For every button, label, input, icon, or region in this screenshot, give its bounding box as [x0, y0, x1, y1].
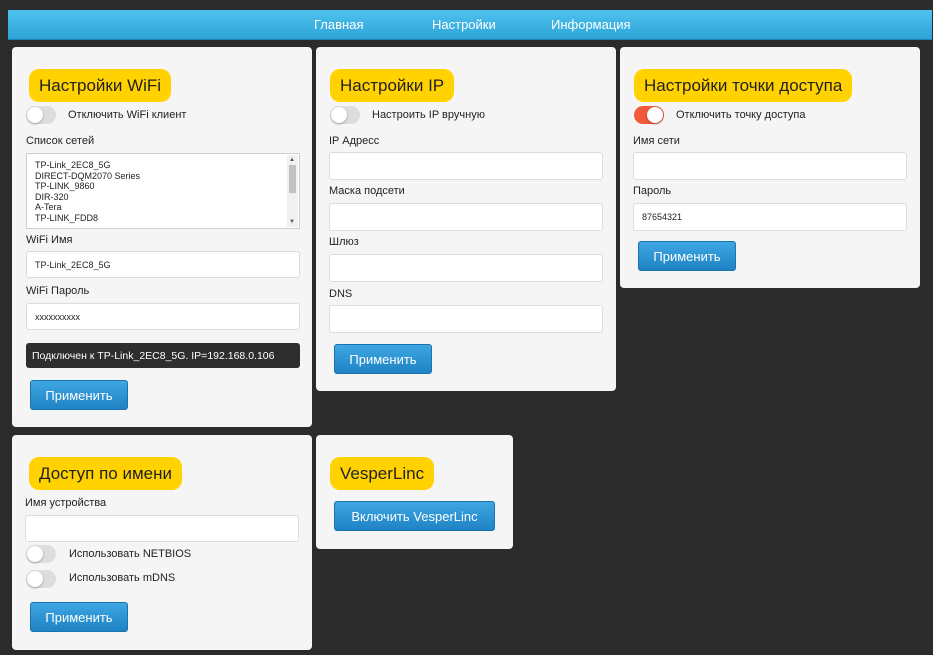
ip-apply-button[interactable]: Применить — [334, 344, 432, 374]
network-list-item[interactable]: DIR-320 — [35, 192, 140, 203]
wifi-apply-button[interactable]: Применить — [30, 380, 128, 410]
device-name-label: Имя устройства — [25, 497, 107, 509]
network-list-item[interactable]: TP-Link_2EC8_5G — [35, 160, 140, 171]
toggle-knob — [27, 571, 43, 587]
network-list-items: TP-Link_2EC8_5G DIRECT-DQM2070 Series TP-L… — [35, 160, 140, 223]
subnet-mask-input[interactable] — [329, 203, 603, 231]
scroll-thumb[interactable] — [289, 165, 296, 193]
subnet-mask-label: Маска подсети — [329, 185, 405, 197]
name-access-title: Доступ по имени — [29, 457, 182, 490]
disable-wifi-client-toggle[interactable] — [26, 106, 56, 124]
ssid-label: Имя сети — [633, 135, 680, 147]
nav-settings[interactable]: Настройки — [432, 17, 496, 32]
disable-ap-label: Отключить точку доступа — [676, 109, 806, 121]
toggle-knob — [27, 546, 43, 562]
toggle-knob — [647, 107, 663, 123]
wifi-name-input[interactable]: TP-Link_2EC8_5G — [26, 251, 300, 278]
manual-ip-label: Настроить IP вручную — [372, 109, 485, 121]
ip-address-label: IP Адресс — [329, 135, 380, 147]
ap-title: Настройки точки доступа — [634, 69, 853, 102]
scroll-down-icon[interactable]: ▼ — [289, 219, 295, 225]
ap-password-input[interactable]: 87654321 — [633, 203, 907, 231]
netbios-toggle[interactable] — [26, 545, 56, 563]
wifi-settings-card: Настройки WiFi Отключить WiFi клиент Спи… — [12, 47, 312, 427]
dns-label: DNS — [329, 288, 353, 300]
nav-info[interactable]: Информация — [551, 17, 631, 32]
toggle-knob — [27, 107, 43, 123]
disable-ap-toggle[interactable] — [634, 106, 664, 124]
dns-input[interactable] — [329, 305, 603, 333]
disable-wifi-client-label: Отключить WiFi клиент — [68, 109, 187, 121]
scroll-up-icon[interactable]: ▲ — [289, 157, 295, 163]
name-access-apply-button[interactable]: Применить — [30, 602, 128, 632]
network-list[interactable]: TP-Link_2EC8_5G DIRECT-DQM2070 Series TP-L… — [26, 153, 300, 229]
mdns-label: Использовать mDNS — [69, 572, 176, 584]
name-access-card: Доступ по имени Имя устройства Использов… — [12, 435, 312, 650]
access-point-card: Настройки точки доступа Отключить точку … — [620, 47, 920, 288]
network-list-item[interactable]: TP-LINK_FDD8 — [35, 213, 140, 224]
ip-title: Настройки IP — [330, 69, 455, 102]
device-name-input[interactable] — [25, 515, 299, 542]
vesperlinc-card: VesperLinc Включить VesperLinc — [316, 435, 513, 549]
network-list-item[interactable]: A-Tera — [35, 202, 140, 213]
enable-vesperlinc-button[interactable]: Включить VesperLinc — [334, 501, 495, 531]
connection-status: Подключен к TP-Link_2EC8_5G. IP=192.168.… — [26, 343, 300, 368]
ap-apply-button[interactable]: Применить — [638, 241, 736, 271]
gateway-input[interactable] — [329, 254, 603, 282]
gateway-label: Шлюз — [329, 236, 359, 248]
netbios-label: Использовать NETBIOS — [69, 548, 192, 560]
ssid-input[interactable] — [633, 152, 907, 180]
ip-settings-card: Настройки IP Настроить IP вручную IP Адр… — [316, 47, 616, 391]
network-list-scrollbar[interactable]: ▲ ▼ — [287, 155, 298, 227]
toggle-knob — [331, 107, 347, 123]
wifi-password-label: WiFi Пароль — [26, 285, 90, 297]
vesperlinc-title: VesperLinc — [330, 457, 435, 490]
nav-home[interactable]: Главная — [314, 17, 363, 32]
network-list-item[interactable]: TP-LINK_9860 — [35, 181, 140, 192]
manual-ip-toggle[interactable] — [330, 106, 360, 124]
ap-password-label: Пароль — [633, 185, 672, 197]
ip-address-input[interactable] — [329, 152, 603, 180]
wifi-password-input[interactable]: xxxxxxxxxx — [26, 303, 300, 330]
wifi-title: Настройки WiFi — [29, 69, 172, 102]
top-nav-bar: Главная Настройки Информация — [8, 10, 932, 40]
wifi-name-label: WiFi Имя — [26, 234, 73, 246]
network-list-item[interactable]: DIRECT-DQM2070 Series — [35, 171, 140, 182]
network-list-label: Список сетей — [26, 135, 95, 147]
mdns-toggle[interactable] — [26, 570, 56, 588]
